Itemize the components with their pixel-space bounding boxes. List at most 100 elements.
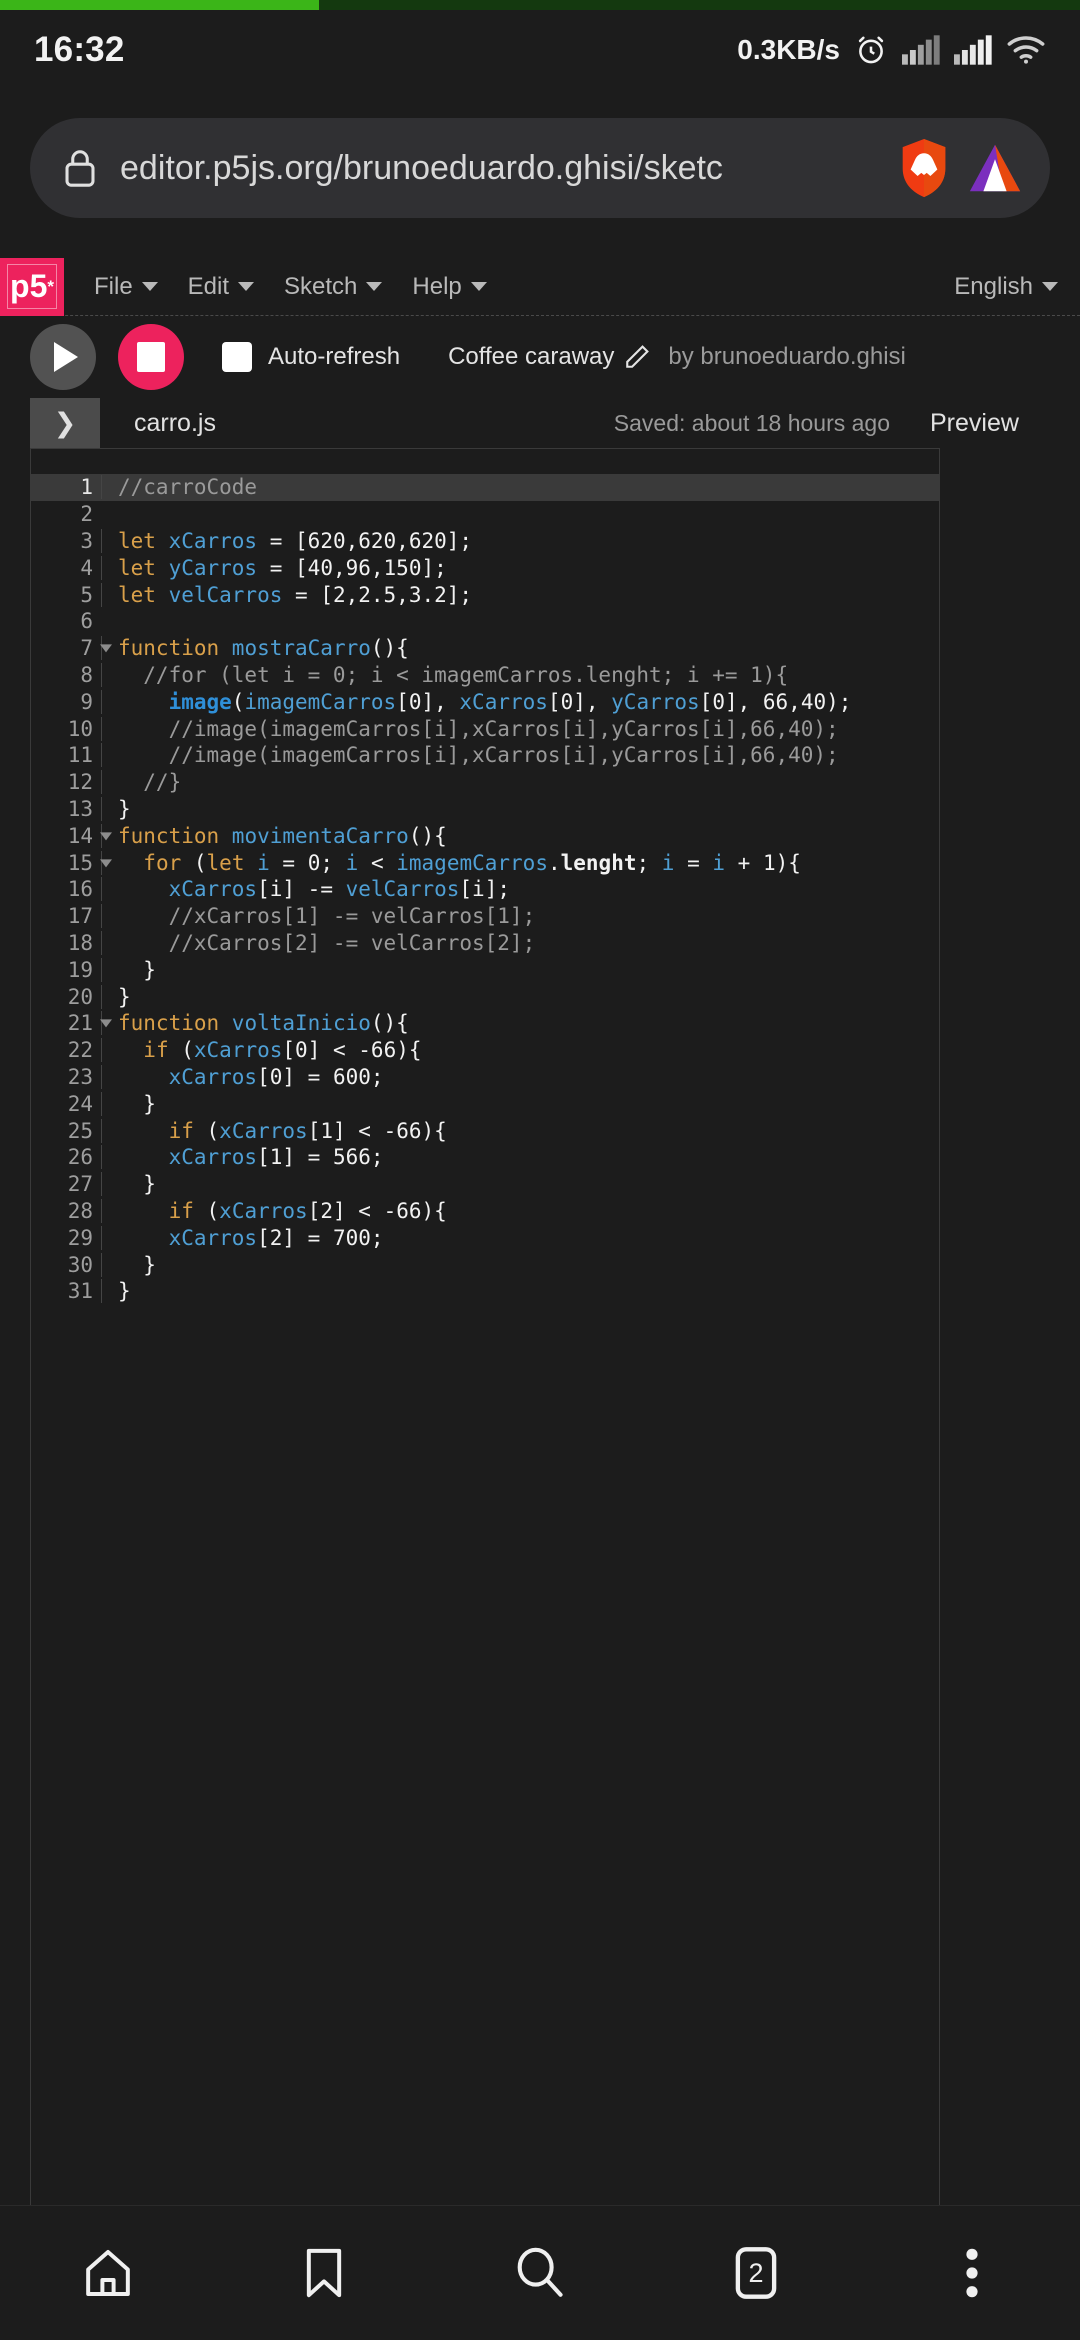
menu-edit[interactable]: Edit — [188, 273, 255, 301]
code-line-text[interactable]: xCarros[i] -= velCarros[i]; — [101, 877, 939, 902]
file-tab-carro-js[interactable]: carro.js — [134, 409, 216, 438]
code-line-text[interactable]: function voltaInicio(){ — [101, 1011, 939, 1036]
code-line-text[interactable]: } — [101, 796, 939, 821]
preview-label: Preview — [930, 408, 1019, 437]
code-token: xCarros — [168, 1064, 258, 1089]
stop-button[interactable] — [118, 324, 184, 390]
code-line[interactable]: 24 } — [31, 1090, 939, 1117]
code-line[interactable]: 4 let yCarros = [40,96,150]; — [31, 554, 939, 581]
code-line[interactable]: 21 function voltaInicio(){ — [31, 1010, 939, 1037]
saved-status: Saved: about 18 hours ago — [613, 409, 890, 436]
brave-lion-icon[interactable] — [896, 137, 952, 199]
code-line[interactable]: 17 //xCarros[1] -= velCarros[1]; — [31, 903, 939, 930]
fold-triangle-icon[interactable] — [100, 858, 112, 867]
autorefresh-checkbox[interactable] — [222, 342, 252, 372]
fold-triangle-icon[interactable] — [100, 1019, 112, 1028]
code-line[interactable]: 26 xCarros[1] = 566; — [31, 1144, 939, 1171]
code-line[interactable]: 25 if (xCarros[1] < -66){ — [31, 1117, 939, 1144]
code-line[interactable]: 5 let velCarros = [2,2.5,3.2]; — [31, 581, 939, 608]
code-line-text[interactable]: if (xCarros[2] < -66){ — [101, 1198, 939, 1223]
search-button[interactable] — [485, 2218, 595, 2328]
code-line-text[interactable]: } — [101, 1091, 939, 1116]
code-line[interactable]: 10 //image(imagemCarros[i],xCarros[i],yC… — [31, 715, 939, 742]
menu-sketch[interactable]: Sketch — [284, 273, 383, 301]
code-line-text[interactable]: xCarros[0] = 600; — [101, 1064, 939, 1089]
code-token: } — [118, 984, 131, 1009]
play-button[interactable] — [30, 324, 96, 390]
code-line-text[interactable]: } — [101, 1172, 939, 1197]
code-line-text[interactable]: //for (let i = 0; i < imagemCarros.lengh… — [101, 662, 939, 687]
code-line[interactable]: 9 image(imagemCarros[0], xCarros[0], yCa… — [31, 688, 939, 715]
code-line-text[interactable]: //image(imagemCarros[i],xCarros[i],yCarr… — [101, 743, 939, 768]
code-line[interactable]: 7 function mostraCarro(){ — [31, 635, 939, 662]
code-line-text[interactable]: let xCarros = [620,620,620]; — [101, 528, 939, 553]
code-token: ; — [320, 850, 346, 875]
code-line-text[interactable]: if (xCarros[1] < -66){ — [101, 1118, 939, 1143]
sidebar-toggle-button[interactable]: ❯ — [30, 398, 100, 448]
code-line[interactable]: 27 } — [31, 1171, 939, 1198]
code-line[interactable]: 15 for (let i = 0; i < imagemCarros.leng… — [31, 849, 939, 876]
code-line[interactable]: 6 — [31, 608, 939, 635]
tab-switcher-button[interactable]: 2 — [701, 2218, 811, 2328]
code-line[interactable]: 11 //image(imagemCarros[i],xCarros[i],yC… — [31, 742, 939, 769]
code-line-text[interactable]: for (let i = 0; i < imagemCarros.lenght;… — [101, 850, 939, 875]
code-line-text[interactable]: //image(imagemCarros[i],xCarros[i],yCarr… — [101, 716, 939, 741]
home-button[interactable] — [53, 2218, 163, 2328]
code-line-text[interactable]: xCarros[2] = 700; — [101, 1225, 939, 1250]
code-line[interactable]: 19 } — [31, 956, 939, 983]
browser-url-bar[interactable]: editor.p5js.org/brunoeduardo.ghisi/sketc — [30, 118, 1050, 218]
code-line-text[interactable]: //xCarros[2] -= velCarros[2]; — [101, 930, 939, 955]
code-token: } — [118, 1172, 156, 1197]
browser-menu-button[interactable] — [917, 2218, 1027, 2328]
pencil-icon[interactable] — [624, 344, 650, 370]
code-line[interactable]: 18 //xCarros[2] -= velCarros[2]; — [31, 930, 939, 957]
fold-triangle-icon[interactable] — [100, 644, 112, 653]
code-line-text[interactable]: image(imagemCarros[0], xCarros[0], yCarr… — [101, 689, 939, 714]
code-line[interactable]: 29 xCarros[2] = 700; — [31, 1224, 939, 1251]
code-line[interactable]: 16 xCarros[i] -= velCarros[i]; — [31, 876, 939, 903]
code-line-text[interactable]: //xCarros[1] -= velCarros[1]; — [101, 904, 939, 929]
menu-help[interactable]: Help — [412, 273, 487, 301]
code-line-text[interactable]: } — [101, 984, 939, 1009]
code-line[interactable]: 31} — [31, 1278, 939, 1305]
code-line[interactable]: 28 if (xCarros[2] < -66){ — [31, 1198, 939, 1225]
fold-triangle-icon[interactable] — [100, 832, 112, 841]
menu-file[interactable]: File — [94, 273, 158, 301]
code-line[interactable]: 3 let xCarros = [620,620,620]; — [31, 528, 939, 555]
code-line-text[interactable]: } — [101, 957, 939, 982]
code-line[interactable]: 22 if (xCarros[0] < -66){ — [31, 1037, 939, 1064]
code-line-text[interactable]: xCarros[1] = 566; — [101, 1145, 939, 1170]
line-number: 26 — [67, 1145, 93, 1170]
code-line[interactable]: 14 function movimentaCarro(){ — [31, 822, 939, 849]
code-line-text[interactable]: let yCarros = [40,96,150]; — [101, 555, 939, 580]
url-text[interactable]: editor.p5js.org/brunoeduardo.ghisi/sketc — [120, 149, 892, 188]
bookmarks-button[interactable] — [269, 2218, 379, 2328]
sketch-name[interactable]: Coffee caraway — [448, 343, 614, 371]
code-line-text[interactable]: function movimentaCarro(){ — [101, 823, 939, 848]
p5-logo[interactable]: p5 * — [0, 257, 64, 316]
code-line[interactable]: 8 //for (let i = 0; i < imagemCarros.len… — [31, 662, 939, 689]
code-line[interactable]: 30 } — [31, 1251, 939, 1278]
code-editor[interactable]: 1 //carroCode 2 3 let xCarros = [620,620,620… — [30, 448, 940, 2205]
code-line[interactable]: 2 — [31, 501, 939, 528]
code-token: + — [725, 850, 763, 875]
code-line[interactable]: 23 xCarros[0] = 600; — [31, 1064, 939, 1091]
code-line-text[interactable]: function mostraCarro(){ — [101, 636, 939, 661]
code-line-text[interactable]: //carroCode — [101, 475, 939, 500]
code-line-text[interactable]: let velCarros = [2,2.5,3.2]; — [101, 582, 939, 607]
language-selector[interactable]: English — [954, 273, 1058, 301]
code-line-text[interactable]: } — [101, 1279, 939, 1304]
code-line[interactable]: 13} — [31, 796, 939, 823]
code-line[interactable]: 1 //carroCode — [31, 474, 939, 501]
bat-triangle-icon[interactable] — [966, 140, 1024, 196]
code-line-text[interactable]: if (xCarros[0] < -66){ — [101, 1038, 939, 1063]
sketch-run-toolbar: Auto-refresh Coffee caraway by brunoedua… — [0, 317, 1080, 397]
code-line[interactable]: 20} — [31, 983, 939, 1010]
code-line-text[interactable]: //} — [101, 770, 939, 795]
code-token: yCarros — [611, 689, 700, 714]
code-line-text[interactable]: } — [101, 1252, 939, 1277]
code-line[interactable]: 12 //} — [31, 769, 939, 796]
